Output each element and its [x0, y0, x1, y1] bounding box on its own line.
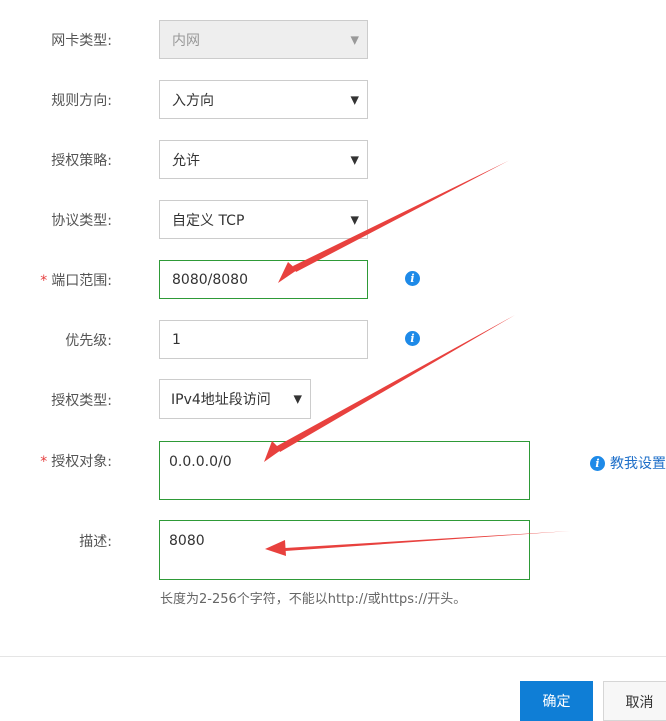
info-icon: i [590, 455, 605, 471]
auth-type-label: 授权类型: [51, 393, 112, 409]
rule-direction-value: 入方向 [172, 92, 214, 109]
caret-down-icon: ▼ [350, 93, 359, 106]
caret-down-icon: ▼ [350, 33, 359, 46]
port-range-label: * 端口范围: [40, 273, 112, 289]
auth-object-textarea[interactable]: 0.0.0.0/0 [159, 441, 530, 500]
description-hint: 长度为2-256个字符，不能以http://或https://开头。 [160, 592, 467, 607]
auth-policy-label: 授权策略: [51, 153, 112, 169]
description-value: 8080 [169, 533, 205, 549]
confirm-button[interactable]: 确定 [520, 681, 593, 721]
help-link[interactable]: i 教我设置 [590, 453, 666, 473]
help-link-text: 教我设置 [610, 456, 666, 472]
info-icon[interactable]: i [405, 271, 420, 286]
auth-object-label: * 授权对象: [40, 454, 112, 470]
description-label: 描述: [79, 534, 112, 550]
required-mark: * [40, 273, 48, 289]
port-range-value: 8080/8080 [172, 271, 248, 288]
nic-type-select: 内网 ▼ [159, 20, 368, 59]
info-icon[interactable]: i [405, 331, 420, 346]
auth-type-value: IPv4地址段访问 [171, 392, 271, 408]
auth-object-value: 0.0.0.0/0 [169, 454, 232, 470]
port-range-input[interactable]: 8080/8080 [159, 260, 368, 299]
protocol-type-select[interactable]: 自定义 TCP ▼ [159, 200, 368, 239]
caret-down-icon: ▼ [350, 213, 359, 226]
protocol-type-label: 协议类型: [51, 213, 112, 229]
auth-policy-select[interactable]: 允许 ▼ [159, 140, 368, 179]
auth-type-select[interactable]: IPv4地址段访问 ▼ [159, 379, 311, 419]
description-textarea[interactable]: 8080 [159, 520, 530, 580]
priority-label: 优先级: [65, 333, 112, 349]
nic-type-label: 网卡类型: [51, 33, 112, 49]
protocol-type-value: 自定义 TCP [172, 212, 245, 229]
required-mark: * [40, 454, 48, 470]
caret-down-icon: ▼ [293, 392, 302, 406]
rule-direction-select[interactable]: 入方向 ▼ [159, 80, 368, 119]
priority-input[interactable]: 1 [159, 320, 368, 359]
priority-value: 1 [172, 331, 181, 348]
auth-policy-value: 允许 [172, 152, 200, 169]
nic-type-value: 内网 [172, 32, 200, 49]
footer-divider [0, 656, 666, 657]
caret-down-icon: ▼ [350, 153, 359, 166]
rule-direction-label: 规则方向: [51, 93, 112, 109]
cancel-button[interactable]: 取消 [603, 681, 666, 721]
